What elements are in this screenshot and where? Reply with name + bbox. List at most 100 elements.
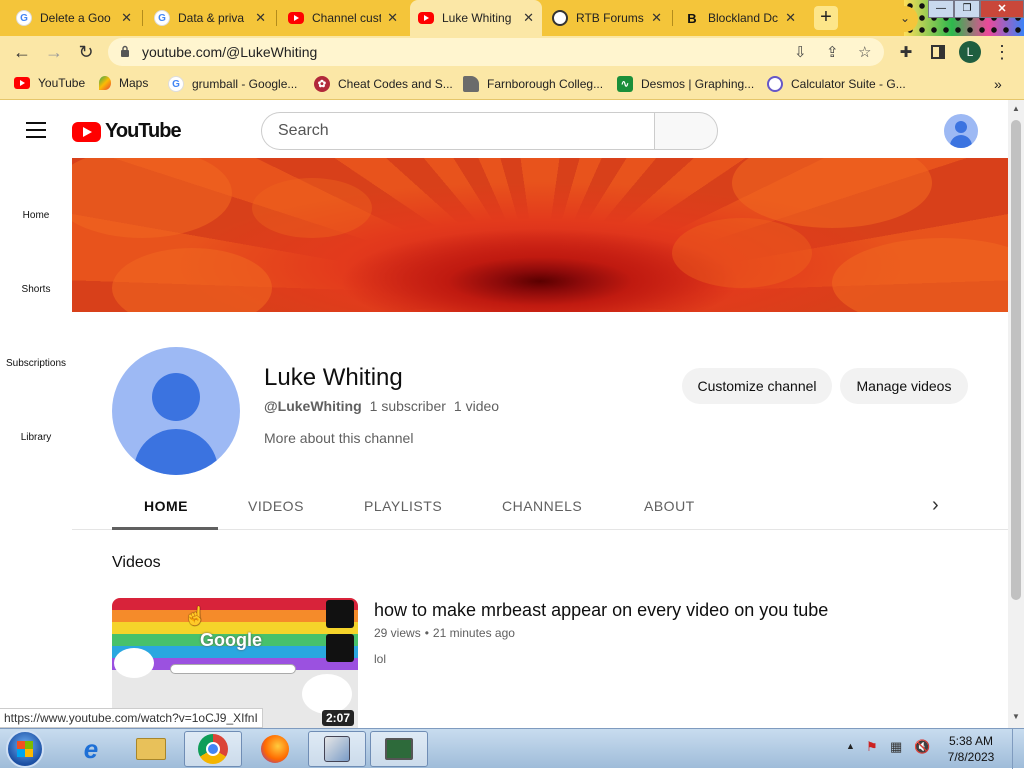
restore-icon[interactable]: ❐ <box>954 0 980 18</box>
show-hidden-icons-icon[interactable]: ▲ <box>846 741 855 751</box>
firefox-icon[interactable] <box>246 731 304 767</box>
nav-library[interactable]: Library <box>0 432 72 443</box>
control-panel-icon[interactable] <box>308 731 366 767</box>
internet-explorer-icon[interactable]: e <box>62 731 120 767</box>
college-icon <box>463 76 479 92</box>
video-duration: 2:07 <box>321 710 354 726</box>
bookmark-label: Calculator Suite - G... <box>791 77 906 91</box>
tab-separator <box>672 10 673 26</box>
video-title[interactable]: how to make mrbeast appear on every vide… <box>374 600 828 621</box>
nav-subscriptions[interactable]: Subscriptions <box>0 358 72 369</box>
new-tab-button[interactable]: + <box>814 6 838 30</box>
bookmark-maps[interactable]: Maps <box>99 76 148 90</box>
menu-kebab-icon[interactable]: ⋮ <box>990 40 1014 64</box>
share-icon[interactable]: ⇪ <box>826 43 839 61</box>
search-button[interactable] <box>654 112 718 150</box>
tab-delete-a-google[interactable]: G Delete a Goo ✕ <box>8 0 140 36</box>
customize-channel-button[interactable]: Customize channel <box>682 368 832 404</box>
tab-blockland[interactable]: B Blockland Dc ✕ <box>676 0 804 36</box>
nav-shorts[interactable]: Shorts <box>0 284 72 295</box>
reload-icon[interactable]: ↻ <box>74 40 98 64</box>
thumbnail-cloud <box>114 648 154 678</box>
nav-home[interactable]: Home <box>0 210 72 221</box>
tab-about[interactable]: ABOUT <box>644 498 695 514</box>
install-icon[interactable]: ⇩ <box>794 43 807 61</box>
taskbar: e ▲ ⚑ ▦ 🔇 5:38 AM 7/8/2023 <box>0 728 1024 769</box>
tab-search-chevron-icon[interactable]: ⌄ <box>892 6 918 32</box>
bookmark-farnborough[interactable]: Farnborough Colleg... <box>463 76 603 92</box>
youtube-logo-text: YouTube <box>105 120 182 142</box>
chrome-icon[interactable] <box>184 731 242 767</box>
close-icon[interactable]: ✕ <box>255 10 266 26</box>
channel-avatar[interactable] <box>112 347 240 475</box>
thumbnail-block <box>326 600 354 628</box>
bookmark-label: YouTube <box>38 76 86 90</box>
video-views: 29 views <box>374 626 421 640</box>
profile-avatar[interactable]: L <box>958 40 982 64</box>
section-title: Videos <box>112 554 161 571</box>
extensions-icon[interactable]: ✚ <box>894 40 918 64</box>
youtube-play-icon <box>72 121 101 142</box>
url-text: youtube.com/@LukeWhiting <box>142 44 318 60</box>
account-avatar[interactable] <box>944 114 978 148</box>
forward-icon[interactable]: → <box>42 40 66 64</box>
close-icon[interactable]: ✕ <box>651 10 662 26</box>
tab-channels[interactable]: CHANNELS <box>502 498 582 514</box>
close-icon[interactable]: ✕ <box>387 10 398 26</box>
tab-rtb-forums[interactable]: RTB Forums ✕ <box>544 0 670 36</box>
search-input[interactable]: Search <box>261 112 655 150</box>
windows-logo-icon <box>17 741 33 757</box>
scroll-up-icon[interactable]: ▲ <box>1012 104 1020 113</box>
show-desktop-button[interactable] <box>1012 729 1024 769</box>
bookmark-cheat-codes[interactable]: ✿ Cheat Codes and S... <box>314 76 453 92</box>
channel-handle: @LukeWhiting <box>264 398 362 414</box>
bookmarks-bar: YouTube Maps G grumball - Google... ✿ Ch… <box>0 68 1024 100</box>
action-center-icon[interactable]: ⚑ <box>866 739 882 755</box>
network-icon[interactable]: ▦ <box>890 739 906 755</box>
youtube-icon <box>14 77 30 89</box>
bookmarks-more-button[interactable]: » <box>994 76 1002 92</box>
tab-playlists[interactable]: PLAYLISTS <box>364 498 442 514</box>
clock-time: 5:38 AM <box>948 734 994 748</box>
minimize-icon[interactable]: — <box>928 0 954 18</box>
bookmark-calculator-suite[interactable]: Calculator Suite - G... <box>767 76 906 92</box>
more-about-link[interactable]: More about this channel <box>264 430 413 446</box>
volume-muted-icon[interactable]: 🔇 <box>914 739 930 755</box>
address-bar[interactable]: youtube.com/@LukeWhiting ⇩ ⇪ ☆ <box>108 38 884 66</box>
start-button[interactable] <box>6 730 44 768</box>
youtube-icon <box>288 12 304 24</box>
tab-label: Luke Whiting <box>442 11 512 25</box>
bookmark-desmos[interactable]: ∿ Desmos | Graphing... <box>617 76 754 92</box>
tab-data-privacy[interactable]: G Data & priva ✕ <box>146 0 274 36</box>
system-clock[interactable]: 5:38 AM 7/8/2023 <box>946 733 996 765</box>
file-explorer-icon[interactable] <box>122 731 180 767</box>
close-icon[interactable]: ✕ <box>523 10 534 26</box>
tab-home[interactable]: HOME <box>144 498 188 514</box>
bookmark-star-icon[interactable]: ☆ <box>858 43 871 61</box>
chevron-right-icon[interactable]: › <box>932 494 939 517</box>
blockland-icon: B <box>687 10 697 26</box>
manage-videos-button[interactable]: Manage videos <box>840 368 968 404</box>
youtube-logo[interactable]: YouTube <box>72 120 182 143</box>
geogebra-icon <box>767 76 783 92</box>
bookmark-youtube[interactable]: YouTube <box>14 76 85 90</box>
tab-separator <box>142 10 143 26</box>
scrollbar-thumb[interactable] <box>1011 120 1021 600</box>
monitor-app-icon[interactable] <box>370 731 428 767</box>
side-panel-icon[interactable] <box>926 40 950 64</box>
active-tab-indicator <box>112 527 218 530</box>
link-status-bubble: https://www.youtube.com/watch?v=1oCJ9_XI… <box>0 708 263 728</box>
scrollbar[interactable]: ▲ ▼ <box>1008 100 1024 728</box>
hamburger-menu-icon[interactable] <box>26 122 46 138</box>
tab-channel-customization[interactable]: Channel cust ✕ <box>280 0 406 36</box>
tab-luke-whiting[interactable]: Luke Whiting ✕ <box>410 0 542 36</box>
back-icon[interactable]: ← <box>10 40 34 64</box>
close-icon[interactable]: ✕ <box>785 10 796 26</box>
tab-videos[interactable]: VIDEOS <box>248 498 304 514</box>
close-window-icon[interactable]: ✕ <box>980 0 1024 18</box>
scroll-down-icon[interactable]: ▼ <box>1012 712 1020 721</box>
video-age: 21 minutes ago <box>432 626 515 640</box>
bookmark-grumball[interactable]: G grumball - Google... <box>168 76 297 92</box>
thumbnail-text: Google <box>200 630 262 650</box>
close-icon[interactable]: ✕ <box>121 10 132 26</box>
